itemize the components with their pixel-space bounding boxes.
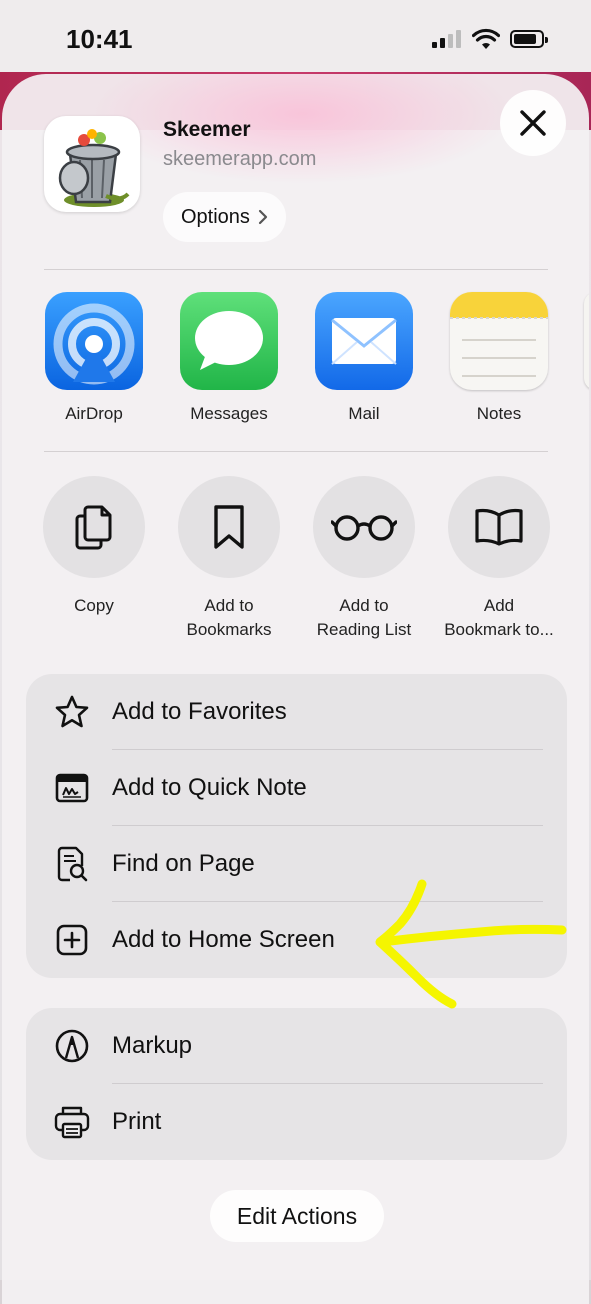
- plus-square-icon: [54, 922, 90, 958]
- menu-group-secondary: Markup Print: [26, 1008, 567, 1160]
- site-url: skeemerapp.com: [163, 148, 317, 170]
- options-label: Options: [181, 205, 250, 228]
- book-icon: [448, 476, 550, 578]
- cellular-signal-icon: [432, 30, 462, 48]
- airdrop-icon: [45, 292, 143, 390]
- add-to-reading-list-action[interactable]: Add to Reading List: [295, 476, 433, 642]
- add-to-bookmarks-label: Add to Bookmarks: [186, 596, 272, 639]
- close-icon: [520, 110, 546, 136]
- print-row[interactable]: Print: [26, 1084, 567, 1160]
- share-app-label: Mail: [348, 404, 380, 423]
- share-app-label: Notes: [476, 404, 522, 423]
- more-apps-partial[interactable]: [584, 292, 589, 390]
- share-app-airdrop[interactable]: AirDrop: [29, 292, 159, 424]
- copy-icon: [43, 476, 145, 578]
- quick-actions-row: Copy Add to Bookmarks Add to Reading Lis…: [2, 476, 589, 646]
- status-bar: 10:41: [0, 0, 591, 72]
- options-button[interactable]: Options: [163, 192, 286, 242]
- trash-can-icon: [58, 129, 130, 207]
- site-app-icon: [44, 116, 140, 212]
- markup-label: Markup: [112, 1032, 193, 1059]
- star-icon: [54, 694, 90, 730]
- share-app-label: AirDrop: [65, 404, 123, 423]
- close-button[interactable]: [500, 90, 566, 156]
- chevron-right-icon: [258, 209, 268, 225]
- share-app-mail[interactable]: Mail: [299, 292, 429, 424]
- add-to-home-screen-label: Add to Home Screen: [112, 926, 335, 953]
- add-to-favorites-label: Add to Favorites: [112, 698, 287, 725]
- messages-icon: [180, 292, 278, 390]
- divider: [44, 269, 548, 270]
- quick-note-icon: [54, 770, 90, 806]
- printer-icon: [54, 1104, 90, 1140]
- find-on-page-label: Find on Page: [112, 850, 255, 877]
- copy-action[interactable]: Copy: [25, 476, 163, 618]
- notes-icon: [450, 292, 548, 390]
- markup-icon: [54, 1028, 90, 1064]
- add-to-favorites-row[interactable]: Add to Favorites: [26, 674, 567, 750]
- status-time: 10:41: [66, 24, 133, 54]
- bookmark-icon: [178, 476, 280, 578]
- share-app-messages[interactable]: Messages: [164, 292, 294, 424]
- add-to-quick-note-row[interactable]: Add to Quick Note: [26, 750, 567, 826]
- mail-icon: [315, 292, 413, 390]
- copy-label: Copy: [74, 596, 114, 615]
- battery-icon: [510, 30, 548, 48]
- share-app-notes[interactable]: Notes: [434, 292, 564, 424]
- add-to-reading-list-label: Add to Reading List: [316, 596, 412, 639]
- annotation-arrow: [375, 879, 567, 1009]
- find-on-page-icon: [54, 846, 90, 882]
- share-app-label: Messages: [190, 404, 268, 423]
- add-to-quick-note-label: Add to Quick Note: [112, 774, 307, 801]
- edit-actions-button[interactable]: Edit Actions: [210, 1190, 384, 1242]
- add-bookmark-to-action[interactable]: Add Bookmark to...: [430, 476, 568, 642]
- share-sheet: Skeemer skeemerapp.com Options AirDrop M…: [2, 74, 589, 1304]
- add-to-bookmarks-action[interactable]: Add to Bookmarks: [160, 476, 298, 642]
- markup-row[interactable]: Markup: [26, 1008, 567, 1084]
- print-label: Print: [112, 1108, 162, 1135]
- glasses-icon: [313, 476, 415, 578]
- share-apps-row: AirDrop Messages Mail Notes: [2, 292, 589, 432]
- wifi-icon: [472, 28, 500, 49]
- divider: [44, 451, 548, 452]
- add-bookmark-to-label: Add Bookmark to...: [444, 596, 554, 639]
- site-title: Skeemer: [163, 118, 251, 141]
